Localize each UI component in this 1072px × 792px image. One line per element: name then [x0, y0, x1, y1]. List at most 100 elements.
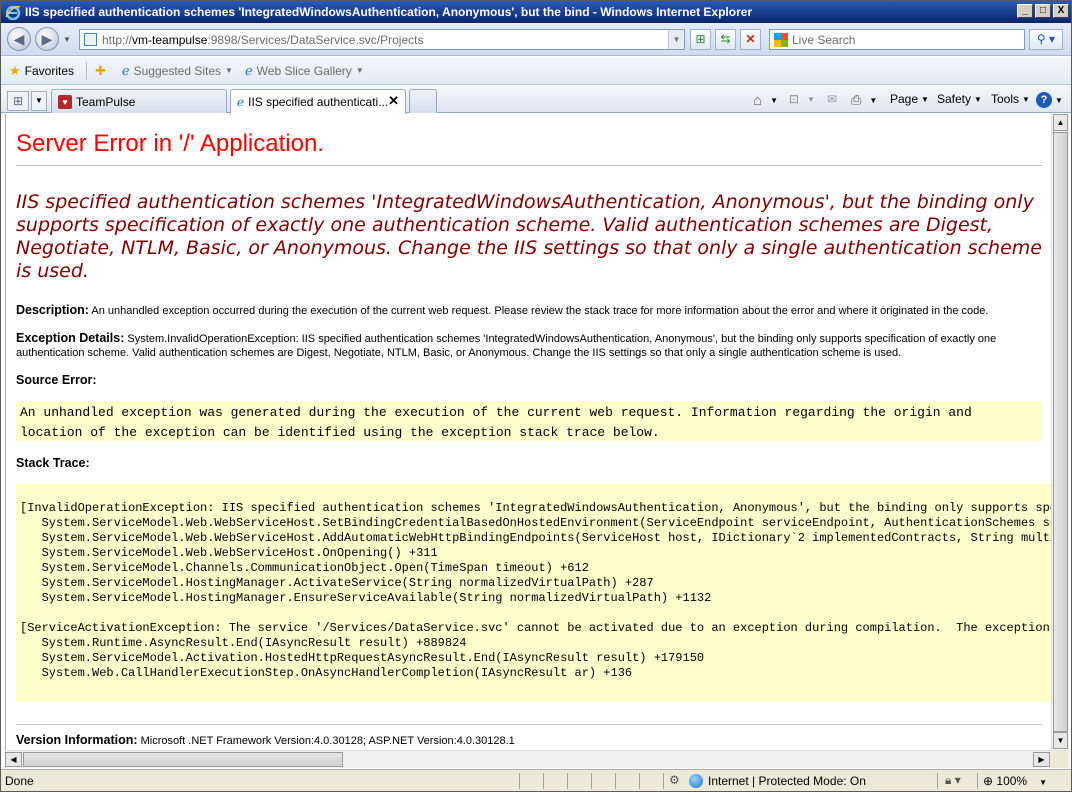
search-placeholder: Live Search [792, 33, 856, 47]
home-button[interactable]: ⌂ ▼ [753, 92, 778, 109]
stop-button[interactable]: ✕ [740, 29, 761, 50]
mail-icon: ✉ [827, 92, 838, 106]
tools-menu-label: Tools [991, 92, 1020, 106]
source-error-box: An unhandled exception was generated dur… [16, 401, 1042, 441]
horizontal-scrollbar[interactable]: ◀ ▶ [5, 750, 1051, 768]
chevron-down-icon: ▼ [35, 96, 43, 105]
title-bar[interactable]: IIS specified authentication schemes 'In… [1, 1, 1071, 23]
feeds-button[interactable]: ⊡ ▼ [789, 92, 815, 106]
search-button[interactable]: ⚲ ▾ [1029, 29, 1063, 50]
web-slice-gallery-link[interactable]: ℯ Web Slice Gallery ▼ [245, 63, 364, 79]
chevron-down-icon: ▼ [225, 66, 233, 75]
favorites-divider [86, 61, 88, 80]
refresh-button[interactable]: ⇆ [715, 29, 736, 50]
close-tab-icon[interactable]: ✕ [388, 93, 399, 109]
new-tab-button[interactable] [409, 89, 437, 113]
exception-details-block: Exception Details: System.InvalidOperati… [16, 331, 1046, 360]
minimize-button[interactable]: _ [1017, 4, 1033, 18]
chevron-down-icon: ▼ [1055, 95, 1063, 105]
divider [16, 165, 1042, 166]
compatibility-view-button[interactable]: ⊞ [690, 29, 711, 50]
navigation-bar: ◀ ▶ ▼ http://vm-teampulse:9898/Services/… [1, 23, 1071, 56]
maximize-button[interactable]: □ [1035, 4, 1051, 18]
tab-list-button[interactable]: ▼ [31, 91, 47, 111]
vertical-scroll-thumb[interactable] [1053, 132, 1068, 732]
page-menu-label: Page [890, 92, 919, 106]
scroll-left-icon[interactable]: ◀ [5, 752, 22, 767]
status-divider [567, 773, 568, 789]
status-divider [663, 773, 664, 789]
scroll-right-icon[interactable]: ▶ [1033, 752, 1050, 767]
version-information-label: Version Information: [16, 733, 138, 747]
quick-tabs-button[interactable]: ⊞ [7, 91, 29, 111]
address-dropdown-icon[interactable]: ▼ [668, 30, 684, 49]
favorites-bar: ★ Favorites ✚ ℯ Suggested Sites ▼ ℯ Web … [1, 57, 1071, 85]
status-divider [937, 773, 938, 789]
protected-mode-icon[interactable]: 🔒︎ ▾ [945, 773, 961, 788]
forward-button[interactable]: ▶ [35, 27, 59, 51]
status-divider [615, 773, 616, 789]
tools-menu[interactable]: Tools ▼ [991, 92, 1030, 106]
safety-menu[interactable]: Safety ▼ [937, 92, 982, 106]
suggested-sites-link[interactable]: ℯ Suggested Sites ▼ [122, 63, 233, 79]
description-label: Description: [16, 303, 89, 317]
suggested-sites-label: Suggested Sites [133, 63, 222, 78]
search-input[interactable]: Live Search [769, 29, 1025, 50]
security-zone[interactable]: Internet | Protected Mode: On [689, 774, 866, 788]
source-error-label: Source Error: [16, 373, 97, 387]
status-divider [519, 773, 520, 789]
window-title: IIS specified authentication schemes 'In… [25, 5, 753, 19]
tab-label: TeamPulse [76, 94, 136, 109]
status-divider [543, 773, 544, 789]
horizontal-scroll-thumb[interactable] [23, 752, 343, 767]
stack-trace-heading: Stack Trace: [16, 456, 1046, 471]
zoom-level[interactable]: ⊕ 100% ▼ [983, 774, 1047, 788]
zoom-icon: ⊕ [983, 774, 997, 788]
ie-page-icon: ℯ [237, 95, 245, 109]
quick-tabs-icon: ⊞ [12, 94, 24, 108]
url-prefix: http:// [102, 32, 133, 47]
version-information-text: Microsoft .NET Framework Version:4.0.301… [137, 735, 515, 747]
teampulse-icon: ♥ [58, 94, 72, 109]
page-icon [84, 33, 97, 46]
close-window-button[interactable]: X [1053, 4, 1069, 18]
page-menu[interactable]: Page ▼ [890, 92, 929, 106]
rss-feed-icon: ⊡ [789, 92, 800, 106]
vertical-scrollbar[interactable]: ▲ ▼ [1051, 114, 1069, 750]
status-divider [639, 773, 640, 789]
home-icon: ⌂ [753, 92, 763, 109]
compatibility-icon: ⊞ [695, 32, 706, 46]
favorites-button[interactable]: ★ Favorites [9, 63, 74, 79]
scroll-up-icon[interactable]: ▲ [1053, 114, 1068, 131]
add-favorite-icon: ✚ [95, 62, 106, 78]
chevron-down-icon: ▼ [921, 94, 929, 104]
forward-arrow-icon: ▶ [41, 31, 53, 47]
web-slice-gallery-label: Web Slice Gallery [256, 63, 352, 78]
ie-page-icon: ℯ [121, 62, 130, 78]
status-divider [591, 773, 592, 789]
recent-pages-dropdown[interactable]: ▼ [63, 35, 71, 44]
print-button[interactable]: ⎙ ▼ [851, 92, 877, 108]
star-icon: ★ [9, 62, 21, 78]
status-divider [977, 773, 978, 789]
help-icon: ? [1036, 92, 1052, 108]
description-text: An unhandled exception occurred during t… [88, 305, 989, 317]
url-path: :9898/Services/DataService.svc/Projects [207, 32, 424, 47]
tab-teampulse[interactable]: ♥ TeamPulse [51, 89, 227, 113]
ie-page-icon: ℯ [244, 62, 253, 78]
add-to-favorites-bar-button[interactable]: ✚ [95, 63, 110, 79]
help-button[interactable]: ? ▼ [1036, 92, 1063, 108]
back-button[interactable]: ◀ [7, 27, 31, 51]
chevron-down-icon: ▼ [807, 94, 815, 104]
description-block: Description: An unhandled exception occu… [16, 303, 1046, 318]
browser-window: IIS specified authentication schemes 'In… [0, 0, 1072, 792]
url-host: vm-teampulse [132, 32, 208, 47]
scroll-down-icon[interactable]: ▼ [1053, 732, 1068, 749]
tab-error-page[interactable]: ℯ IIS specified authenticati... ✕ [230, 89, 406, 114]
popup-blocker-icon[interactable]: ⚙ [669, 773, 680, 787]
search-icon: ⚲ ▾ [1036, 32, 1056, 46]
live-search-logo-icon [774, 33, 788, 47]
address-bar[interactable]: http://vm-teampulse:9898/Services/DataSe… [79, 29, 685, 50]
read-mail-button[interactable]: ✉ [827, 92, 837, 106]
security-zone-label: Internet | Protected Mode: On [708, 774, 866, 788]
